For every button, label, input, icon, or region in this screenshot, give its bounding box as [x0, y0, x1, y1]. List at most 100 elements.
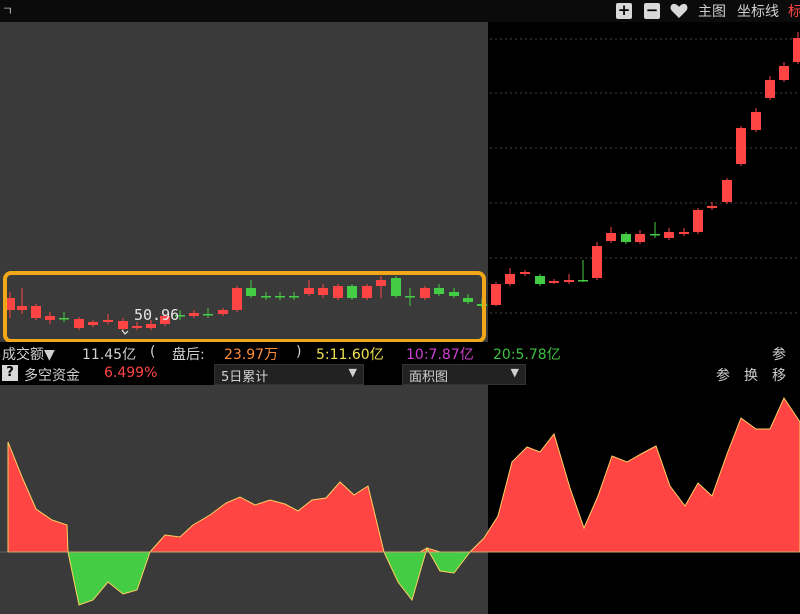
candle-body: [31, 306, 41, 318]
top-toolbar: ㄱ + − 主图 坐标线 标: [0, 0, 800, 22]
candle: [693, 208, 703, 234]
candle-body: [751, 112, 761, 130]
price-label: 50.96: [134, 306, 179, 324]
candle-body: [664, 232, 674, 238]
candle: [391, 276, 401, 298]
candle-body: [218, 310, 228, 314]
candle-body: [779, 66, 789, 80]
candle-body: [592, 246, 602, 278]
chart-type-select[interactable]: 面积图 ▼: [402, 364, 526, 385]
candle-body: [189, 313, 199, 316]
candle-body: [362, 286, 372, 298]
triangle-down-icon: ▼: [348, 366, 357, 379]
candle-body: [347, 286, 357, 298]
current-panel: [488, 22, 800, 342]
indicator-move-button[interactable]: 移: [772, 365, 786, 385]
candle-body: [203, 314, 213, 316]
candle: [722, 178, 732, 204]
candle-body: [275, 296, 285, 298]
after-hours-value: 23.97万: [224, 347, 279, 363]
candle-body: [376, 280, 386, 286]
candle-body: [118, 321, 128, 329]
toolbar-cut-button[interactable]: 标: [788, 1, 800, 21]
candle: [347, 284, 357, 300]
chart-type-select-value: 面积图: [409, 370, 449, 385]
volume-value: 11.45亿: [82, 347, 137, 363]
heart-icon[interactable]: [670, 3, 688, 19]
candle-body: [549, 281, 559, 283]
candlestick-chart[interactable]: 50.96: [0, 22, 800, 342]
candle: [736, 126, 746, 166]
candle: [232, 286, 242, 312]
candle: [491, 282, 501, 306]
candle-body: [232, 288, 242, 310]
candle-body: [391, 278, 401, 296]
indicator-area-chart[interactable]: [0, 385, 800, 614]
candle-body: [304, 288, 314, 294]
candle: [420, 286, 430, 300]
period-select[interactable]: 5日累计 ▼: [214, 364, 364, 385]
candle-body: [505, 274, 515, 284]
after-hours-label: 盘后:: [172, 347, 205, 363]
ma5-value: 5:11.60亿: [316, 347, 384, 363]
candle-body: [722, 180, 732, 202]
candle: [592, 242, 602, 280]
candle-body: [88, 322, 98, 325]
candle-body: [289, 296, 299, 298]
history-panel: [0, 22, 488, 342]
candle-body: [606, 233, 616, 241]
candle-body: [132, 326, 142, 328]
candle: [333, 284, 343, 300]
paren-close: ): [296, 344, 302, 360]
triangle-down-icon: ▼: [510, 366, 519, 379]
paren-open: (: [150, 344, 156, 360]
coordinate-line-button[interactable]: 坐标线: [737, 1, 779, 21]
candle-body: [491, 284, 501, 305]
candle: [31, 304, 41, 320]
main-chart-button[interactable]: 主图: [698, 1, 726, 21]
candle-body: [621, 234, 631, 242]
zoom-in-button[interactable]: +: [616, 3, 632, 19]
candle-body: [333, 286, 343, 298]
help-button[interactable]: ?: [2, 365, 18, 381]
candle-body: [650, 234, 660, 236]
candle: [362, 284, 372, 300]
candle-body: [434, 288, 444, 294]
candle-body: [693, 210, 703, 232]
candle-body: [449, 292, 459, 296]
indicator-swap-button[interactable]: 换: [744, 365, 758, 385]
volume-title[interactable]: 成交额▼: [2, 344, 55, 364]
candle-body: [707, 206, 717, 208]
candle-body: [463, 298, 473, 302]
volume-param-button[interactable]: 参: [772, 344, 786, 364]
candle-body: [420, 288, 430, 298]
candle-body: [765, 80, 775, 98]
candle-body: [146, 324, 156, 328]
candle-body: [318, 288, 328, 295]
candle-body: [793, 38, 800, 62]
indicator-bar: ? 多空资金 6.499% 5日累计 ▼ 面积图 ▼ 参 换 移: [0, 363, 800, 385]
candle-body: [679, 232, 689, 234]
candle-body: [261, 296, 271, 298]
candle-body: [103, 320, 113, 322]
candle-body: [59, 318, 69, 320]
candle-body: [578, 280, 588, 282]
indicator-value: 6.499%: [104, 365, 158, 381]
candle-body: [736, 128, 746, 164]
candle-body: [45, 316, 55, 320]
corner-mark: ㄱ: [2, 4, 14, 18]
period-select-value: 5日累计: [221, 370, 269, 385]
candle-body: [246, 288, 256, 296]
indicator-param-button[interactable]: 参: [716, 365, 730, 385]
ma20-value: 20:5.78亿: [493, 347, 561, 363]
candle-body: [17, 306, 27, 310]
candle-body: [520, 272, 530, 274]
indicator-name: 多空资金: [24, 368, 80, 384]
volume-info-bar: 成交额▼ 11.45亿 ( 盘后: 23.97万 ) 5:11.60亿 10:7…: [0, 342, 800, 363]
candle-body: [535, 276, 545, 284]
candle-body: [564, 280, 574, 282]
ma10-value: 10:7.87亿: [406, 347, 474, 363]
candle-body: [635, 234, 645, 242]
zoom-out-button[interactable]: −: [644, 3, 660, 19]
candle-body: [405, 296, 415, 298]
